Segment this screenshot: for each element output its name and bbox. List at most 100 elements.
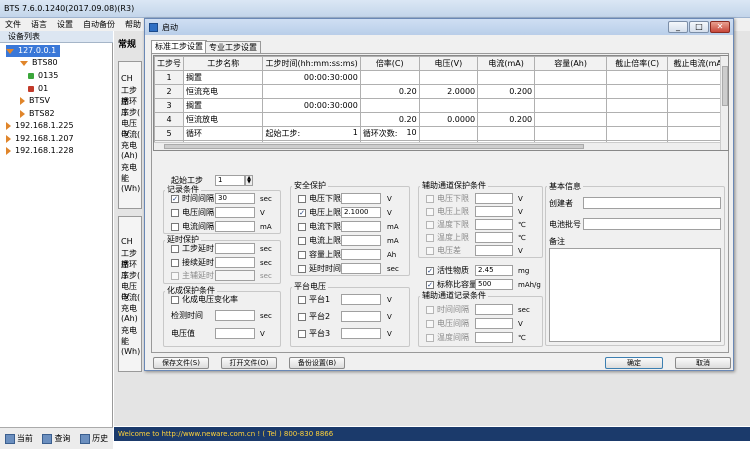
note-textarea[interactable]: [549, 248, 721, 342]
aux-temp-interval-checkbox[interactable]: [426, 334, 434, 342]
step-grid[interactable]: 工步号 工步名称 工步时间(hh:mm:ss:ms) 倍率(C) 电压(V) 电…: [153, 55, 729, 151]
history-button[interactable]: 历史: [80, 433, 108, 444]
aux-voltage-upper-checkbox[interactable]: [426, 208, 434, 216]
cancel-button[interactable]: 取消: [675, 357, 731, 369]
platform1-input[interactable]: [341, 294, 381, 305]
capacity-upper-input[interactable]: [341, 249, 381, 260]
tree-item-host-local[interactable]: 127.0.0.1: [6, 45, 61, 57]
menu-help[interactable]: 帮助: [120, 19, 146, 30]
minimize-button[interactable]: _: [668, 21, 688, 33]
open-file-button[interactable]: 打开文件(O): [221, 357, 277, 369]
ok-button[interactable]: 确定: [605, 357, 663, 369]
aux-voltage-diff-input[interactable]: [475, 245, 513, 256]
formation-rate-checkbox[interactable]: [171, 296, 179, 304]
menu-language[interactable]: 语言: [26, 19, 52, 30]
tab-general[interactable]: 常规: [118, 37, 136, 50]
aux-voltage-interval-checkbox[interactable]: [426, 320, 434, 328]
current-lower-input[interactable]: [341, 221, 381, 232]
nominal-capacity-input[interactable]: 500: [475, 279, 513, 290]
aux-time-interval-checkbox[interactable]: [426, 306, 434, 314]
backup-settings-button[interactable]: 备份设置(B): [289, 357, 345, 369]
aux-temp-lower-checkbox[interactable]: [426, 221, 434, 229]
aux-voltage-lower-checkbox[interactable]: [426, 195, 434, 203]
platform2-checkbox[interactable]: [298, 313, 306, 321]
current-interval-input[interactable]: [215, 221, 255, 232]
step-delay-checkbox[interactable]: [171, 245, 179, 253]
tree-item-bts80[interactable]: BTS80: [20, 57, 58, 69]
aux-temp-upper-checkbox[interactable]: [426, 234, 434, 242]
menu-settings[interactable]: 设置: [52, 19, 78, 30]
table-row[interactable]: 5 循环 起始工步: 1 循环次数: 10: [154, 126, 728, 141]
voltage-upper-input[interactable]: 2.1000: [341, 207, 381, 218]
time-interval-input[interactable]: 30: [215, 193, 255, 204]
voltage-interval-checkbox[interactable]: [171, 209, 179, 217]
aux-temp-interval-input[interactable]: [475, 332, 513, 343]
nominal-capacity-checkbox[interactable]: ✓: [426, 281, 434, 289]
delay-time-checkbox[interactable]: [298, 265, 306, 273]
table-row[interactable]: 2 恒流充电 0.20 2.0000 0.200: [154, 84, 728, 99]
tree-item-bts82[interactable]: BTS82: [20, 108, 55, 120]
delay-time-input[interactable]: [341, 263, 381, 274]
tree-item-0135[interactable]: 0135: [28, 70, 58, 82]
voltage-lower-input[interactable]: [341, 193, 381, 204]
platform2-input[interactable]: [341, 311, 381, 322]
active-material-checkbox[interactable]: ✓: [426, 267, 434, 275]
current-upper-checkbox[interactable]: [298, 237, 306, 245]
start-step-input[interactable]: 1: [215, 175, 245, 186]
capacity-upper-checkbox[interactable]: [298, 251, 306, 259]
scroll-thumb[interactable]: [164, 144, 584, 149]
voltage-interval-input[interactable]: [215, 207, 255, 218]
menu-auto-backup[interactable]: 自动备份: [78, 19, 120, 30]
current-upper-input[interactable]: [341, 235, 381, 246]
aux-temp-upper-input[interactable]: [475, 232, 513, 243]
current-lower-checkbox[interactable]: [298, 223, 306, 231]
aux-time-interval-input[interactable]: [475, 304, 513, 315]
continue-delay-checkbox[interactable]: [171, 259, 179, 267]
aux-voltage-interval-input[interactable]: [475, 318, 513, 329]
save-file-button[interactable]: 保存文件(S): [153, 357, 209, 369]
step-delay-input[interactable]: [215, 243, 255, 254]
platform3-input[interactable]: [341, 328, 381, 339]
tree-item-btsv[interactable]: BTSV: [20, 95, 50, 107]
current-interval-checkbox[interactable]: [171, 223, 179, 231]
aux-voltage-upper-input[interactable]: [475, 206, 513, 217]
app-title: BTS 7.6.0.1240(2017.09.08)(R3): [4, 4, 135, 13]
table-row[interactable]: 3 搁置 00:00:30:000: [154, 98, 728, 113]
current-button[interactable]: 当前: [4, 433, 33, 444]
main-aux-delay-checkbox[interactable]: [171, 272, 179, 280]
maximize-button[interactable]: □: [689, 21, 709, 33]
active-material-input[interactable]: 2.45: [475, 265, 513, 276]
tree-item-01[interactable]: 01: [28, 83, 48, 95]
col-header: 电流(mA): [477, 56, 536, 71]
main-aux-delay-input[interactable]: [215, 270, 255, 281]
voltage-upper-checkbox[interactable]: ✓: [298, 209, 306, 217]
close-button[interactable]: ✕: [710, 21, 730, 33]
tree-item-host-207[interactable]: 192.168.1.207: [6, 133, 74, 145]
tree-item-host-225[interactable]: 192.168.1.225: [6, 120, 74, 132]
aux-voltage-lower-input[interactable]: [475, 193, 513, 204]
grid-horizontal-scrollbar[interactable]: [154, 142, 720, 150]
table-row[interactable]: 1 搁置 00:00:30:000: [154, 70, 728, 85]
detect-time-input[interactable]: [215, 310, 255, 321]
scroll-thumb[interactable]: [722, 66, 728, 106]
menu-file[interactable]: 文件: [0, 19, 26, 30]
grid-vertical-scrollbar[interactable]: [720, 56, 728, 150]
query-button[interactable]: 查询: [42, 433, 70, 444]
start-step-spinner[interactable]: ▲ ▼: [245, 175, 253, 186]
table-row[interactable]: 4 恒流放电 0.20 0.0000 0.200: [154, 112, 728, 127]
tab-standard-steps[interactable]: 标准工步设置: [151, 40, 207, 53]
platform1-checkbox[interactable]: [298, 296, 306, 304]
aux-temp-lower-input[interactable]: [475, 219, 513, 230]
tree-item-host-228[interactable]: 192.168.1.228: [6, 145, 74, 157]
basic-info-title: 基本信息: [547, 182, 583, 191]
voltage-lower-checkbox[interactable]: [298, 195, 306, 203]
battery-batch-input[interactable]: [583, 218, 721, 230]
creator-input[interactable]: [583, 197, 721, 209]
time-interval-checkbox[interactable]: ✓: [171, 195, 179, 203]
col-header: 倍率(C): [359, 56, 420, 71]
formation-voltage-input[interactable]: [215, 328, 255, 339]
aux-voltage-diff-checkbox[interactable]: [426, 247, 434, 255]
continue-delay-input[interactable]: [215, 257, 255, 268]
platform3-checkbox[interactable]: [298, 330, 306, 338]
tab-professional-steps[interactable]: 专业工步设置: [205, 41, 261, 53]
